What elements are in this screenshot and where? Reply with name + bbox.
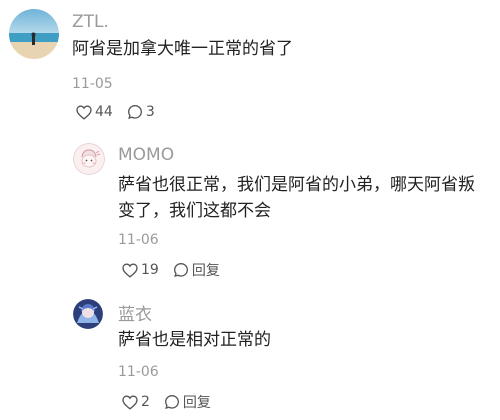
comment-date: 11-06 (118, 232, 159, 248)
like-button[interactable]: 44 (76, 104, 113, 120)
comment-actions: 19 回复 (122, 260, 220, 280)
speech-bubble-icon (164, 394, 179, 409)
heart-outline-icon (76, 104, 92, 120)
heart-outline-icon (122, 394, 138, 410)
comment-actions: 2 回复 (122, 392, 211, 412)
speech-bubble-icon (127, 104, 142, 119)
comment-text: 萨省也很正常，我们是阿省的小弟，哪天阿省叛变了，我们这都不会 (118, 175, 475, 221)
anime-avatar-image (73, 299, 103, 329)
reply-count-button[interactable]: 3 (127, 104, 155, 120)
username[interactable]: 蓝衣 (118, 300, 152, 325)
comment-date: 11-06 (118, 364, 159, 380)
avatar[interactable] (73, 299, 103, 329)
avatar[interactable] (73, 143, 105, 175)
heart-outline-icon (122, 262, 138, 278)
beach-avatar-image (9, 9, 59, 59)
reply-label: 回复 (182, 395, 211, 411)
like-button[interactable]: 2 (122, 394, 150, 410)
reply-label: 回复 (191, 263, 220, 279)
reply-button[interactable]: 回复 (164, 392, 211, 412)
like-count: 44 (95, 104, 113, 120)
comment-actions: 44 3 (76, 104, 155, 120)
username[interactable]: MOMO (118, 145, 174, 165)
avatar[interactable] (9, 9, 59, 59)
username[interactable]: ZTL. (72, 12, 109, 32)
comment-text: 萨省也是相对正常的 (118, 330, 271, 350)
like-button[interactable]: 19 (122, 262, 159, 278)
like-count: 19 (141, 262, 159, 278)
speech-bubble-icon (173, 262, 188, 277)
illustrated-avatar-image (73, 143, 105, 175)
like-count: 2 (141, 394, 150, 410)
comment-text: 阿省是加拿大唯一正常的省了 (72, 39, 293, 59)
comment-date: 11-05 (72, 76, 113, 92)
reply-count: 3 (145, 104, 155, 120)
reply-button[interactable]: 回复 (173, 260, 220, 280)
